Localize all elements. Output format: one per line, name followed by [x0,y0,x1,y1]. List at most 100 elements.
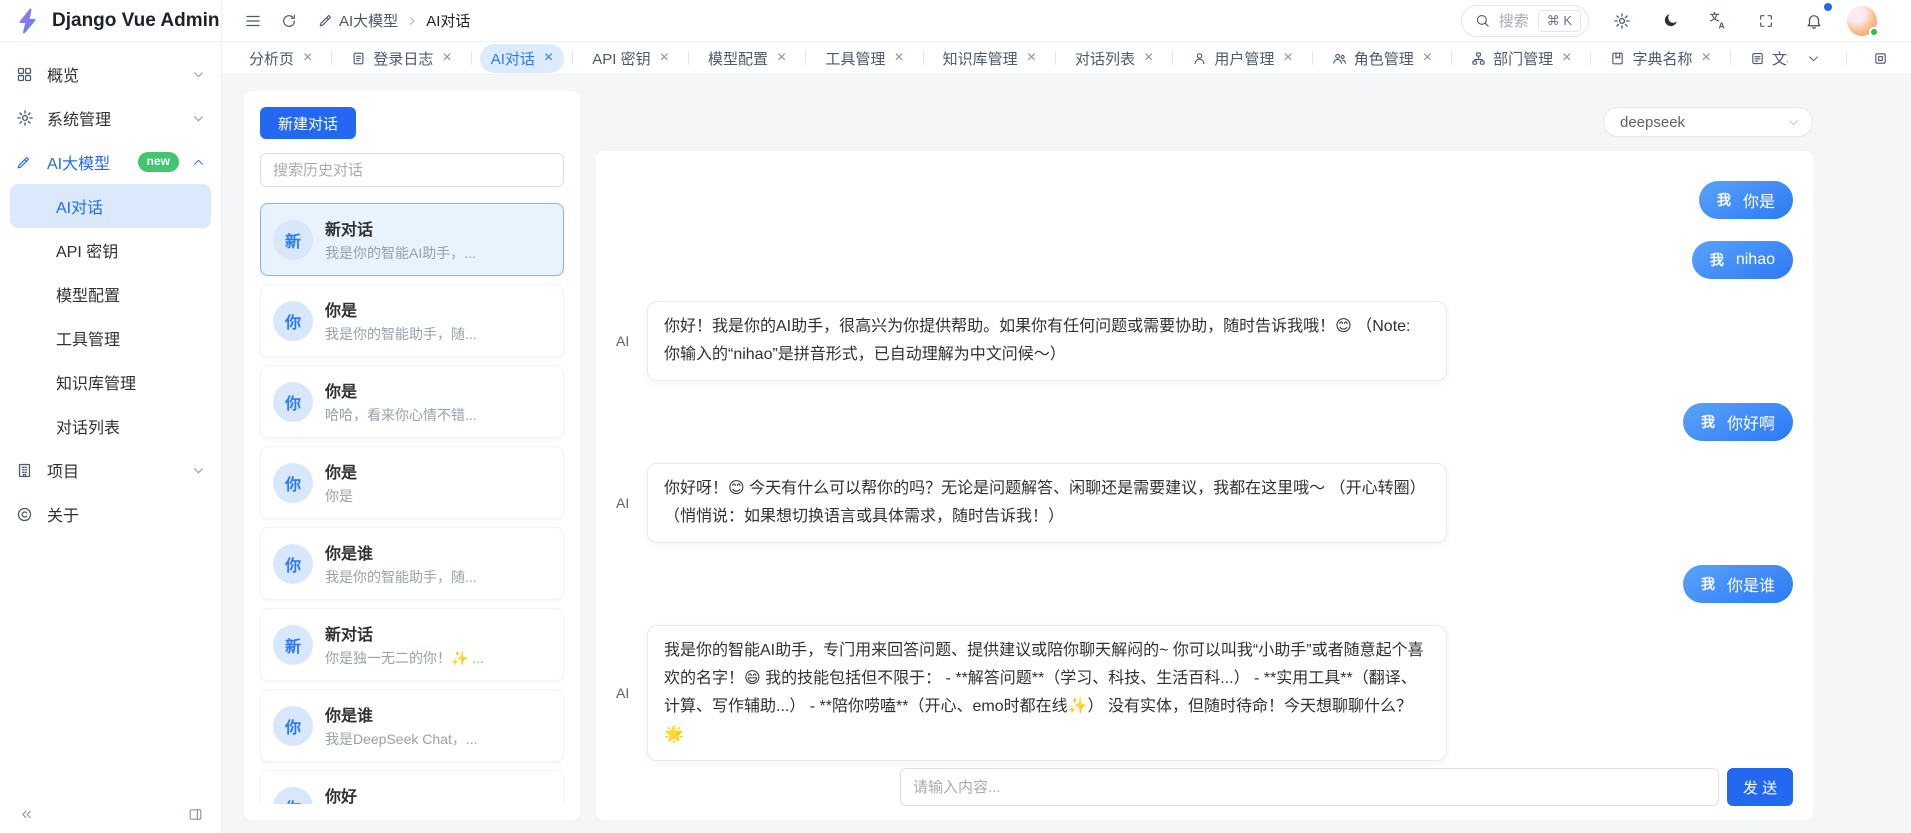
user-message-row: 我nihao [616,241,1793,279]
global-search[interactable]: 搜索 ⌘ K [1461,5,1589,37]
model-select[interactable]: deepseek [1603,107,1813,137]
new-chat-button[interactable]: 新建对话 [260,107,356,139]
conversation-item[interactable]: 你你是哈哈，看来你心情不错... [260,365,564,438]
divider [1846,51,1847,65]
sidebar-item-label: 概览 [47,62,79,86]
sidebar-subitem-模型配置[interactable]: 模型配置 [10,272,211,316]
breadcrumb-label: AI大模型 [339,10,398,31]
breadcrumb-item-module[interactable]: AI大模型 [318,10,398,31]
tab-角色管理[interactable]: 角色管理 × [1321,44,1443,73]
tab-API 密钥[interactable]: API 密钥× [581,44,680,73]
sidebar-subitem-API 密钥[interactable]: API 密钥 [10,228,211,272]
refresh-icon[interactable] [274,6,304,36]
collapse-menu-icon[interactable] [238,6,268,36]
tab-close-icon[interactable]: × [660,50,669,66]
tab-label: 模型配置 [708,48,768,69]
tab-工具管理[interactable]: 工具管理× [814,44,914,73]
ai-message-row: AI 我是你的智能AI助手，专门用来回答问题、提供建议或陪你聊天解闷的~ 你可以叫… [616,625,1793,761]
user-avatar[interactable] [1847,6,1877,36]
panel-layout-icon[interactable] [183,802,207,826]
search-label: 搜索 [1499,10,1529,31]
user-message-text: 你是 [1743,188,1775,212]
conversation-item[interactable]: 你你是谁我是你的智能助手，随... [260,527,564,600]
tab-label: 角色管理 [1354,48,1414,69]
tab-close-icon[interactable]: × [1562,50,1571,66]
conversation-preview: 我是你的智能助手，随... [325,567,551,587]
tab-字典名称[interactable]: 字典名称× [1599,44,1721,73]
conversation-item[interactable]: 你你好你好！有什么可以帮您... [260,770,564,804]
grid-icon [16,66,34,83]
tab-close-icon[interactable]: × [894,50,903,66]
tab-AI对话[interactable]: AI对话× [480,44,565,73]
sidebar-item-overview[interactable]: 概览 [0,52,221,96]
tab-部门管理[interactable]: 部门管理× [1460,44,1582,73]
translate-icon[interactable]: 文A [1703,6,1733,36]
sidebar: 概览 系统管理 AI大模型 new AI对话API 密钥模型配置工具管理知识库管… [0,42,222,833]
notifications-bell-icon[interactable] [1799,6,1829,36]
conversation-item[interactable]: 你你是谁我是DeepSeek Chat，... [260,689,564,762]
fullscreen-icon[interactable] [1751,6,1781,36]
tabs-chevron-down-icon[interactable] [1798,43,1828,73]
tab-close-icon[interactable]: × [1144,50,1153,66]
tab-文档[interactable]: 文档× [1739,44,1788,73]
tab-label: 用户管理 [1214,48,1274,69]
tab-close-icon[interactable]: × [544,50,553,66]
topbar-actions: 搜索 ⌘ K 文A [1461,5,1895,37]
sidebar-subitem-AI对话[interactable]: AI对话 [10,184,211,228]
tab-登录日志[interactable]: 登录日志 × [340,44,462,73]
sidebar-subitem-知识库管理[interactable]: 知识库管理 [10,360,211,404]
tab-label: 登录日志 [373,48,433,69]
chevron-up-icon [192,156,205,169]
tab-对话列表[interactable]: 对话列表× [1064,44,1164,73]
breadcrumb: AI大模型 AI对话 [318,10,470,31]
svg-text:A: A [1718,20,1725,30]
tab-模型配置[interactable]: 模型配置 × [697,44,797,73]
tab-close-icon[interactable]: × [1701,50,1710,66]
conversation-item[interactable]: 你你是我是你的智能助手，随... [260,284,564,357]
ai-message-bubble: 我是你的智能AI助手，专门用来回答问题、提供建议或陪你聊天解闷的~ 你可以叫我“… [647,625,1447,761]
conversation-item[interactable]: 新新对话我是你的智能AI助手，... [260,203,564,276]
conversation-avatar: 新 [273,220,313,260]
sidebar-item-projects[interactable]: 项目 [0,448,221,492]
tab-close-icon[interactable]: × [1027,50,1036,66]
topbar-main: AI大模型 AI对话 搜索 ⌘ K 文A [222,5,1911,37]
ai-message-sender: AI [616,685,638,701]
chat-toolbar: deepseek [596,107,1813,137]
ai-message-sender: AI [616,495,638,511]
divider [1312,51,1313,65]
chat-column: deepseek 我你是我nihaoAI你好！我是你的AI助手，很高兴为你提供帮… [596,91,1813,820]
tabs-maximize-icon[interactable] [1865,43,1895,73]
tab-知识库管理[interactable]: 知识库管理× [932,44,1047,73]
collapse-sidebar-icon[interactable] [14,802,38,826]
tab-分析页[interactable]: 分析页× [238,44,323,73]
conversation-item[interactable]: 新新对话你是独一无二的你！✨ ... [260,608,564,681]
breadcrumb-item-page[interactable]: AI对话 [426,10,470,31]
user-message-text: nihao [1736,251,1775,269]
conversation-avatar: 你 [273,706,313,746]
sidebar-subitem-工具管理[interactable]: 工具管理 [10,316,211,360]
message-list: 我你是我nihaoAI你好！我是你的AI助手，很高兴为你提供帮助。如果你有任何问… [616,181,1793,761]
chat-message-input[interactable] [900,768,1719,806]
conversation-info: 你是你是 [325,459,551,506]
sidebar-subitem-对话列表[interactable]: 对话列表 [10,404,211,448]
sidebar-item-ai-models[interactable]: AI大模型 new [0,140,221,184]
conversation-info: 新对话你是独一无二的你！✨ ... [325,621,551,668]
tab-close-icon[interactable]: × [777,50,786,66]
sidebar-item-about[interactable]: 关于 [0,492,221,536]
conversation-preview: 你是独一无二的你！✨ ... [325,648,551,668]
settings-gear-icon[interactable] [1607,6,1637,36]
tab-close-icon[interactable]: × [442,50,451,66]
send-button[interactable]: 发 送 [1727,768,1793,806]
sidebar-footer [0,795,221,833]
tab-close-icon[interactable]: × [303,50,312,66]
ai-message-bubble: 你好！我是你的AI助手，很高兴为你提供帮助。如果你有任何问题或需要协助，随时告诉… [647,301,1447,381]
divider [1172,51,1173,65]
conversation-avatar: 你 [273,382,313,422]
dark-mode-moon-icon[interactable] [1655,6,1685,36]
conversation-search-input[interactable] [260,153,564,187]
tab-用户管理[interactable]: 用户管理 × [1181,44,1303,73]
sidebar-item-system[interactable]: 系统管理 [0,96,221,140]
tab-close-icon[interactable]: × [1283,50,1292,66]
conversation-item[interactable]: 你你是你是 [260,446,564,519]
tab-close-icon[interactable]: × [1423,50,1432,66]
